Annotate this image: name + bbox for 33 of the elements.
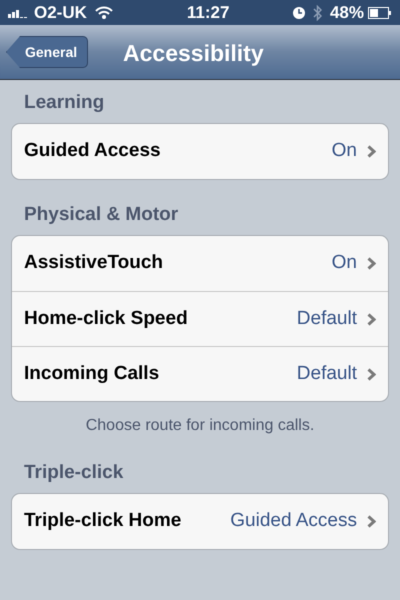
row-label: AssistiveTouch — [24, 251, 164, 276]
chevron-icon — [367, 312, 376, 326]
battery-percent: 48% — [330, 2, 364, 24]
carrier-name: O2-UK — [34, 2, 87, 24]
chevron-icon — [367, 257, 376, 270]
section-footer: Choose route for incoming calls. — [11, 414, 389, 438]
battery-icon — [368, 6, 392, 18]
section-header: Triple-click — [23, 461, 124, 485]
row-label: Home-click Speed — [24, 306, 188, 331]
screen-title: Accessibility — [123, 39, 264, 68]
settings-row[interactable]: Guided Access On — [12, 124, 388, 179]
row-value: On — [332, 251, 357, 276]
chevron-icon — [367, 515, 376, 528]
bluetooth-icon — [312, 4, 322, 20]
row-label: Triple-click Home — [24, 509, 182, 534]
settings-row[interactable]: Triple-click Home Guided Access — [12, 494, 388, 549]
back-button[interactable]: General — [6, 36, 88, 68]
section-header: Physical & Motor — [23, 203, 180, 227]
chevron-icon — [367, 145, 376, 158]
chevron-icon — [367, 368, 376, 380]
settings-row[interactable]: Incoming Calls Default — [12, 346, 388, 401]
row-value: On — [332, 139, 357, 164]
section-header: Learning — [23, 91, 106, 115]
row-value: Default — [296, 306, 357, 331]
wifi-icon — [94, 6, 113, 19]
clock-icon — [292, 6, 305, 18]
settings-row[interactable]: AssistiveTouch On — [12, 236, 388, 291]
row-label: Guided Access — [24, 139, 161, 164]
clock-time: 11:27 — [186, 2, 230, 24]
row-value: Guided Access — [230, 509, 357, 534]
settings-row[interactable]: Home-click Speed Default — [12, 291, 388, 346]
row-value: Default — [296, 362, 357, 386]
row-label: Incoming Calls — [24, 362, 160, 386]
